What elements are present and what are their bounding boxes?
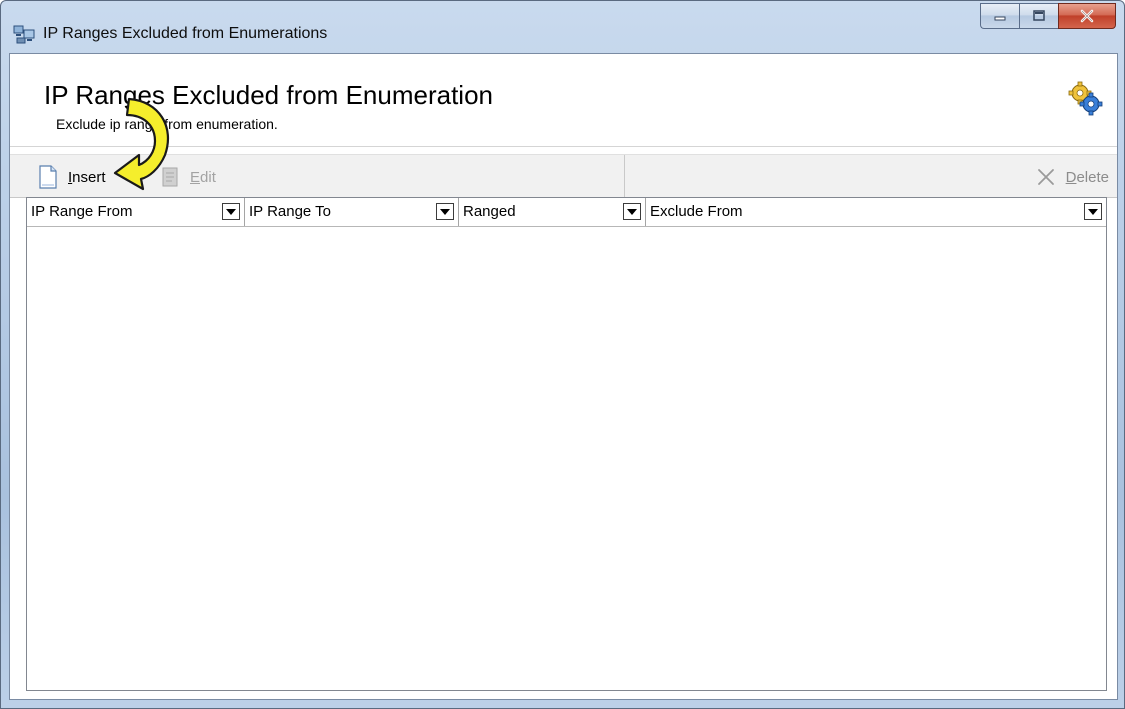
- dropdown-arrow-icon: [627, 208, 637, 215]
- page-subtitle: Exclude ip range from enumeration.: [56, 116, 278, 132]
- maximize-icon: [1033, 10, 1045, 21]
- column-header-ip-range-to[interactable]: IP Range To: [245, 198, 459, 226]
- column-filter-dropdown[interactable]: [436, 203, 454, 220]
- new-document-icon: [39, 165, 57, 189]
- maximize-button[interactable]: [1019, 3, 1058, 29]
- column-label: IP Range From: [31, 203, 133, 220]
- column-header-ip-range-from[interactable]: IP Range From: [27, 198, 245, 226]
- insert-button-label: Insert: [68, 168, 106, 186]
- minimize-icon: [994, 16, 1006, 21]
- caption-buttons: [980, 3, 1116, 31]
- delete-button-label: Delete: [1065, 168, 1109, 186]
- dropdown-arrow-icon: [440, 208, 450, 215]
- insert-button[interactable]: Insert: [38, 163, 106, 191]
- dropdown-arrow-icon: [1088, 208, 1098, 215]
- toolbar: Insert Edit Delete: [10, 154, 1117, 198]
- title-bar[interactable]: IP Ranges Excluded from Enumerations: [1, 1, 1124, 61]
- column-label: IP Range To: [249, 203, 332, 220]
- minimize-button[interactable]: [980, 3, 1019, 29]
- delete-button[interactable]: Delete: [1036, 163, 1109, 191]
- dialog-window: IP Ranges Excluded from Enumerations IP …: [0, 0, 1125, 709]
- column-header-exclude-from[interactable]: Exclude From: [646, 198, 1106, 226]
- close-icon: [1080, 9, 1094, 23]
- dropdown-arrow-icon: [226, 208, 236, 215]
- page-title: IP Ranges Excluded from Enumeration: [44, 80, 493, 110]
- column-filter-dropdown[interactable]: [623, 203, 641, 220]
- edit-icon: [162, 167, 178, 187]
- gears-icon: [1068, 81, 1103, 116]
- grid-header: IP Range From IP Range To Ranged Exclude…: [27, 198, 1106, 227]
- column-filter-dropdown[interactable]: [1084, 203, 1102, 220]
- column-label: Exclude From: [650, 203, 743, 220]
- column-label: Ranged: [463, 203, 516, 220]
- header-panel: IP Ranges Excluded from Enumeration Excl…: [10, 54, 1117, 147]
- edit-button[interactable]: Edit: [162, 163, 216, 191]
- toolbar-separator: [624, 155, 625, 197]
- window-title: IP Ranges Excluded from Enumerations: [43, 25, 328, 42]
- close-button[interactable]: [1058, 3, 1116, 29]
- ip-ranges-grid[interactable]: IP Range From IP Range To Ranged Exclude…: [26, 197, 1107, 691]
- x-delete-icon: [1037, 169, 1054, 185]
- network-computers-icon: [13, 25, 35, 44]
- edit-button-label: Edit: [190, 168, 216, 186]
- dialog-client-area: IP Ranges Excluded from Enumeration Excl…: [9, 53, 1118, 700]
- column-filter-dropdown[interactable]: [222, 203, 240, 220]
- column-header-ranged[interactable]: Ranged: [459, 198, 646, 226]
